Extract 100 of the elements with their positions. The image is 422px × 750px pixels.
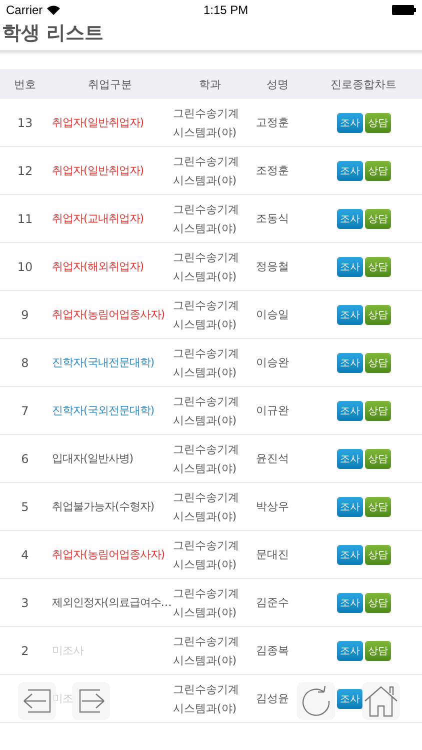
survey-button[interactable]: 조사: [337, 592, 363, 612]
consult-button[interactable]: 상담: [365, 640, 391, 660]
student-name: 이승완: [255, 355, 290, 370]
consult-button[interactable]: 상담: [365, 400, 391, 420]
department-text: 시스템과(야): [173, 556, 238, 572]
row-number: 11: [16, 212, 34, 226]
consult-button[interactable]: 상담: [365, 160, 391, 180]
department-text: 그린수송기계: [173, 394, 240, 408]
survey-button[interactable]: 조사: [337, 160, 363, 180]
row-number: 3: [20, 596, 30, 610]
row-number: 4: [20, 548, 30, 562]
survey-button[interactable]: 조사: [337, 352, 363, 372]
survey-button[interactable]: 조사: [337, 400, 363, 420]
department-text: 그린수송기계: [173, 682, 240, 696]
employment-status: 입대자(일반사병): [51, 451, 134, 466]
department-text: 시스템과(야): [173, 268, 238, 284]
column-header: 취업구분: [87, 76, 133, 92]
employment-status: 취업자(일반취업자): [51, 115, 145, 130]
survey-button[interactable]: 조사: [337, 208, 363, 228]
row-number: 9: [20, 308, 30, 322]
forward-button[interactable]: [72, 682, 110, 720]
survey-button[interactable]: 조사: [337, 496, 363, 516]
refresh-button[interactable]: [297, 682, 335, 720]
consult-button[interactable]: 상담: [365, 544, 391, 564]
department-text: 그린수송기계: [173, 634, 240, 648]
department-text: 시스템과(야): [173, 124, 238, 140]
student-name: 김준수: [255, 595, 290, 610]
survey-button[interactable]: 조사: [337, 640, 363, 660]
survey-button[interactable]: 조사: [337, 448, 363, 468]
department-text: 그린수송기계: [173, 298, 240, 312]
wifi-icon: [46, 5, 60, 15]
home-button[interactable]: [362, 682, 400, 720]
student-name: 이승일: [255, 307, 290, 322]
department-text: 시스템과(야): [173, 604, 238, 620]
department-text: 그린수송기계: [173, 106, 240, 120]
row-number: 12: [16, 164, 34, 178]
student-name: 김종복: [255, 643, 290, 658]
department-text: 그린수송기계: [173, 538, 240, 552]
row-number: 10: [16, 260, 34, 274]
column-header: 번호: [13, 76, 37, 92]
survey-button[interactable]: 조사: [337, 256, 363, 276]
column-header: 학과: [198, 76, 222, 92]
department-text: 그린수송기계: [173, 586, 240, 600]
consult-button[interactable]: 상담: [365, 256, 391, 276]
consult-button[interactable]: 상담: [365, 448, 391, 468]
student-name: 고정훈: [255, 115, 290, 130]
consult-button[interactable]: 상담: [365, 496, 391, 516]
row-number: 6: [20, 452, 30, 466]
employment-status: 제외인정자(의료급여수…: [51, 595, 170, 610]
row-number: 5: [20, 500, 30, 514]
student-name: 조동식: [255, 211, 290, 226]
battery-icon: [392, 5, 416, 15]
department-text: 시스템과(야): [173, 412, 238, 428]
department-text: 그린수송기계: [173, 346, 240, 360]
student-name: 김성윤: [255, 691, 290, 706]
consult-button[interactable]: 상담: [365, 352, 391, 372]
student-name: 이규완: [255, 403, 290, 418]
consult-button[interactable]: 상담: [365, 112, 391, 132]
consult-button[interactable]: 상담: [365, 592, 391, 612]
row-number: 2: [20, 644, 30, 658]
department-text: 시스템과(야): [173, 460, 238, 476]
employment-status: 진학자(국내전문대학): [51, 355, 156, 370]
employment-status: 진학자(국외전문대학): [51, 403, 156, 418]
department-text: 그린수송기계: [173, 490, 240, 504]
consult-button[interactable]: 상담: [365, 304, 391, 324]
department-text: 시스템과(야): [173, 316, 238, 332]
status-time: 1:15 PM: [203, 3, 248, 17]
employment-status: 취업자(교내취업자): [51, 211, 145, 226]
department-text: 시스템과(야): [173, 220, 238, 236]
survey-button[interactable]: 조사: [337, 304, 363, 324]
department-text: 그린수송기계: [173, 154, 240, 168]
department-text: 시스템과(야): [173, 172, 238, 188]
survey-button[interactable]: 조사: [337, 544, 363, 564]
carrier-label: Carrier: [6, 3, 43, 17]
department-text: 시스템과(야): [173, 364, 238, 380]
department-text: 시스템과(야): [173, 508, 238, 524]
student-name: 박상우: [255, 499, 290, 514]
page-title: 학생 리스트: [1, 21, 105, 46]
department-text: 시스템과(야): [173, 652, 238, 668]
employment-status: 취업자(해외취업자): [51, 259, 145, 274]
student-name: 문대진: [255, 547, 290, 562]
department-text: 그린수송기계: [173, 250, 240, 264]
survey-button[interactable]: 조사: [337, 688, 363, 708]
survey-button[interactable]: 조사: [337, 112, 363, 132]
student-name: 조정훈: [255, 163, 290, 178]
department-text: 시스템과(야): [173, 700, 238, 716]
consult-button[interactable]: 상담: [365, 208, 391, 228]
column-header: 성명: [266, 76, 290, 92]
employment-status: 취업불가능자(수형자): [51, 499, 156, 514]
department-text: 그린수송기계: [173, 202, 240, 216]
employment-status: 취업자(농림어업종사자): [51, 547, 166, 562]
department-text: 그린수송기계: [173, 442, 240, 456]
employment-status: 취업자(농림어업종사자): [51, 307, 166, 322]
employment-status: 취업자(일반취업자): [51, 163, 145, 178]
row-number: 13: [16, 116, 34, 130]
column-header: 진로종합차트: [330, 76, 398, 92]
row-number: 7: [20, 404, 30, 418]
student-name: 정응철: [255, 259, 290, 274]
row-number: 8: [20, 356, 30, 370]
student-name: 윤진석: [255, 451, 290, 466]
